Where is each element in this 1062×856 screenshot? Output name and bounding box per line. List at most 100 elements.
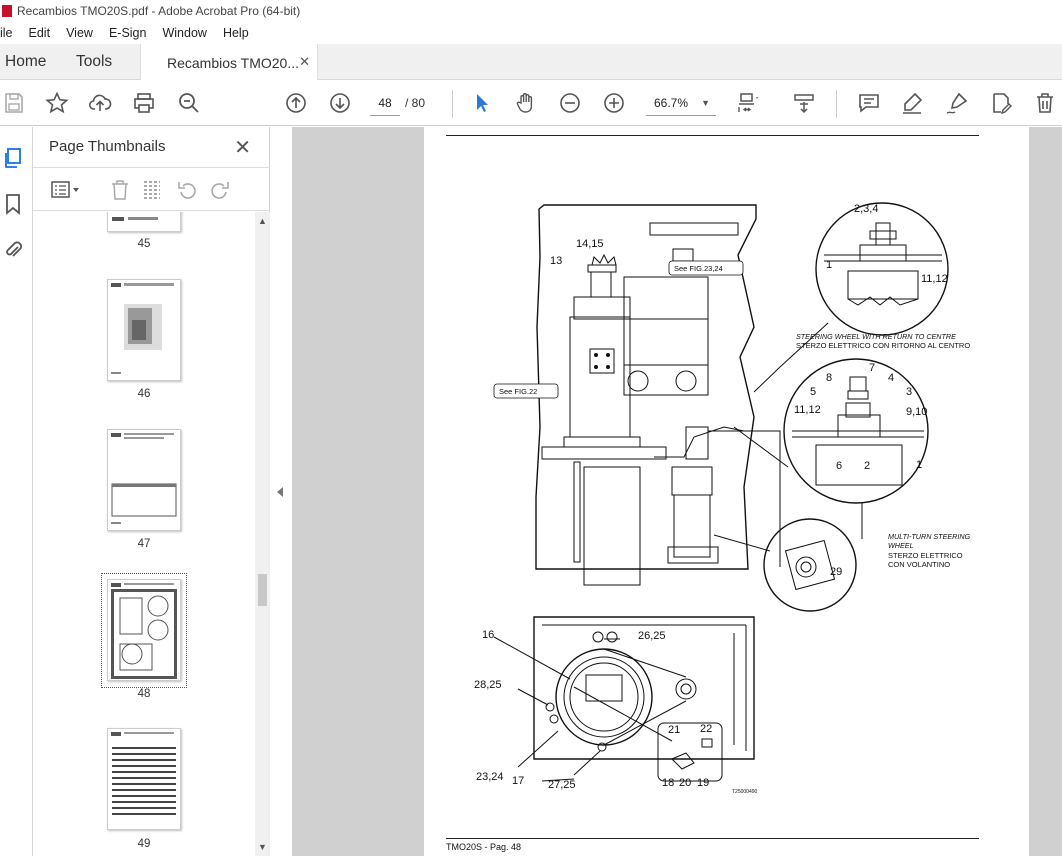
thumbnail-scrollbar[interactable]: ▲ ▼ [255,212,270,856]
page-thumbnail[interactable] [107,279,181,381]
zoom-search-icon[interactable] [176,90,202,116]
page-thumbnail[interactable] [107,212,181,232]
panel-splitter[interactable] [270,127,292,856]
chevron-down-icon: ▼ [701,98,710,108]
callout-11-12: 11,12 [921,273,948,285]
caption-steering-return-en: STEERING WHEEL WITH RETURN TO CENTRE [796,332,956,341]
callout-5: 5 [810,386,816,398]
page-thumbnails-panel: Page Thumbnails ✕ 45 46 47 48 49 ▲ ▼ [33,127,270,856]
see-fig-23-24-label: See FIG.23,24 [674,264,723,273]
delete-trash-icon[interactable] [1032,90,1058,116]
callout-17: 17 [512,775,524,787]
fit-page-icon[interactable] [735,90,761,116]
close-tab-icon[interactable]: ✕ [299,54,310,70]
scroll-up-icon[interactable]: ▲ [258,216,267,226]
delete-page-icon[interactable] [109,179,131,201]
tab-tools[interactable]: Tools [76,44,112,80]
encoder-detail [763,518,857,612]
callout-29: 29 [830,566,842,578]
caption-multi-turn-en-2: WHEEL [888,541,914,550]
zoom-out-icon[interactable] [557,90,583,116]
options-menu-icon[interactable] [49,179,79,201]
tab-bar: Home Tools Recambios TMO20... ✕ [0,44,1062,81]
callout-20: 20 [679,777,691,789]
tab-document[interactable]: Recambios TMO20... ✕ [140,44,318,81]
tab-home[interactable]: Home [5,44,46,80]
scroll-down-icon[interactable]: ▼ [258,842,267,852]
sign-pen-icon[interactable] [944,90,970,116]
bookmark-icon[interactable] [2,193,24,215]
menu-window[interactable]: Window [162,26,206,40]
page-footer: TMO20S - Pag. 48 [446,842,522,852]
drawing-code: T25000490 [732,789,758,795]
menu-esign[interactable]: E-Sign [109,26,147,40]
callout-27-25: 27,25 [548,779,576,791]
navigation-rail [0,127,33,856]
edit-pdf-icon[interactable] [988,90,1014,116]
bookmark-star-icon[interactable] [44,90,70,116]
page-total: / 80 [405,96,426,110]
insert-page-icon[interactable] [141,179,163,201]
callout-1-b: 1 [916,459,922,471]
parts-diagram: 14,15 13 2,3,4 1 11,12 8 7 5 4 3 11,12 9… [474,202,971,795]
hand-tool-icon[interactable] [513,90,539,116]
caption-multi-turn-it-2: CON VOLANTINO [888,560,950,569]
rotate-counterclockwise-icon[interactable] [176,179,198,201]
callout-18: 18 [662,777,674,789]
save-icon[interactable] [1,90,27,116]
print-icon[interactable] [131,90,157,116]
callout-28-25: 28,25 [474,679,502,691]
thumbnail-page-number: 45 [137,238,151,250]
callout-11-12-b: 11,12 [794,404,821,416]
menu-bar: ile Edit View E-Sign Window Help [0,22,1062,44]
callout-23-24: 23,24 [476,771,504,783]
collapse-panel-icon[interactable] [277,487,283,497]
caption-multi-turn-it-1: STERZO ELETTRICO [888,551,963,560]
thumbnail-page-number: 48 [137,688,151,700]
attachment-icon[interactable] [2,239,24,261]
pdf-page: 14,15 13 2,3,4 1 11,12 8 7 5 4 3 11,12 9… [424,127,1029,856]
callout-16: 16 [482,629,494,641]
zoom-level-value: 66.7% [654,96,689,110]
callout-13: 13 [550,255,562,267]
menu-file[interactable]: ile [0,26,13,40]
menu-help[interactable]: Help [223,26,249,40]
tab-document-label: Recambios TMO20... [167,54,300,71]
page-thumbnail[interactable] [107,728,181,830]
menu-view[interactable]: View [66,26,93,40]
page-thumbnails-icon[interactable] [2,147,24,169]
highlight-pen-icon[interactable] [899,90,925,116]
menu-edit[interactable]: Edit [29,26,51,40]
main-toolbar: 48 / 80 66.7% ▼ [0,80,1062,126]
caption-steering-return-it: STERZO ELETTRICO CON RITORNO AL CENTRO [796,341,970,350]
callout-1: 1 [826,259,832,271]
thumbnail-page-number: 49 [137,838,151,850]
select-cursor-icon[interactable] [469,90,495,116]
callout-6: 6 [836,460,842,472]
page-number-input[interactable]: 48 [370,90,400,116]
multi-turn-detail [783,358,929,504]
callout-19: 19 [697,777,709,789]
comment-icon[interactable] [856,90,882,116]
scroll-mode-icon[interactable] [791,90,817,116]
thumbnail-page-number: 47 [137,538,151,550]
previous-page-icon[interactable] [283,90,309,116]
scrollbar-thumb[interactable] [258,574,267,606]
rotate-clockwise-icon[interactable] [209,179,231,201]
zoom-in-icon[interactable] [601,90,627,116]
window-titlebar: Recambios TMO20S.pdf - Adobe Acrobat Pro… [0,0,1062,22]
page-thumbnail-selected[interactable] [107,579,181,681]
document-viewer[interactable]: 14,15 13 2,3,4 1 11,12 8 7 5 4 3 11,12 9… [292,127,1062,856]
page-thumbnail[interactable] [107,429,181,531]
next-page-icon[interactable] [327,90,353,116]
cloud-upload-icon[interactable] [87,90,113,116]
panel-title: Page Thumbnails [49,138,166,155]
see-fig-22-label: See FIG.22 [499,387,537,396]
zoom-level-select[interactable]: 66.7% ▼ [646,90,716,116]
callout-2-3-4: 2,3,4 [854,203,878,215]
caption-multi-turn-en-1: MULTI-TURN STEERING [888,532,971,541]
callout-9-10: 9,10 [906,406,927,418]
callout-14-15: 14,15 [576,238,604,250]
steering-assembly-drawing [535,204,781,586]
close-panel-icon[interactable]: ✕ [234,135,251,160]
